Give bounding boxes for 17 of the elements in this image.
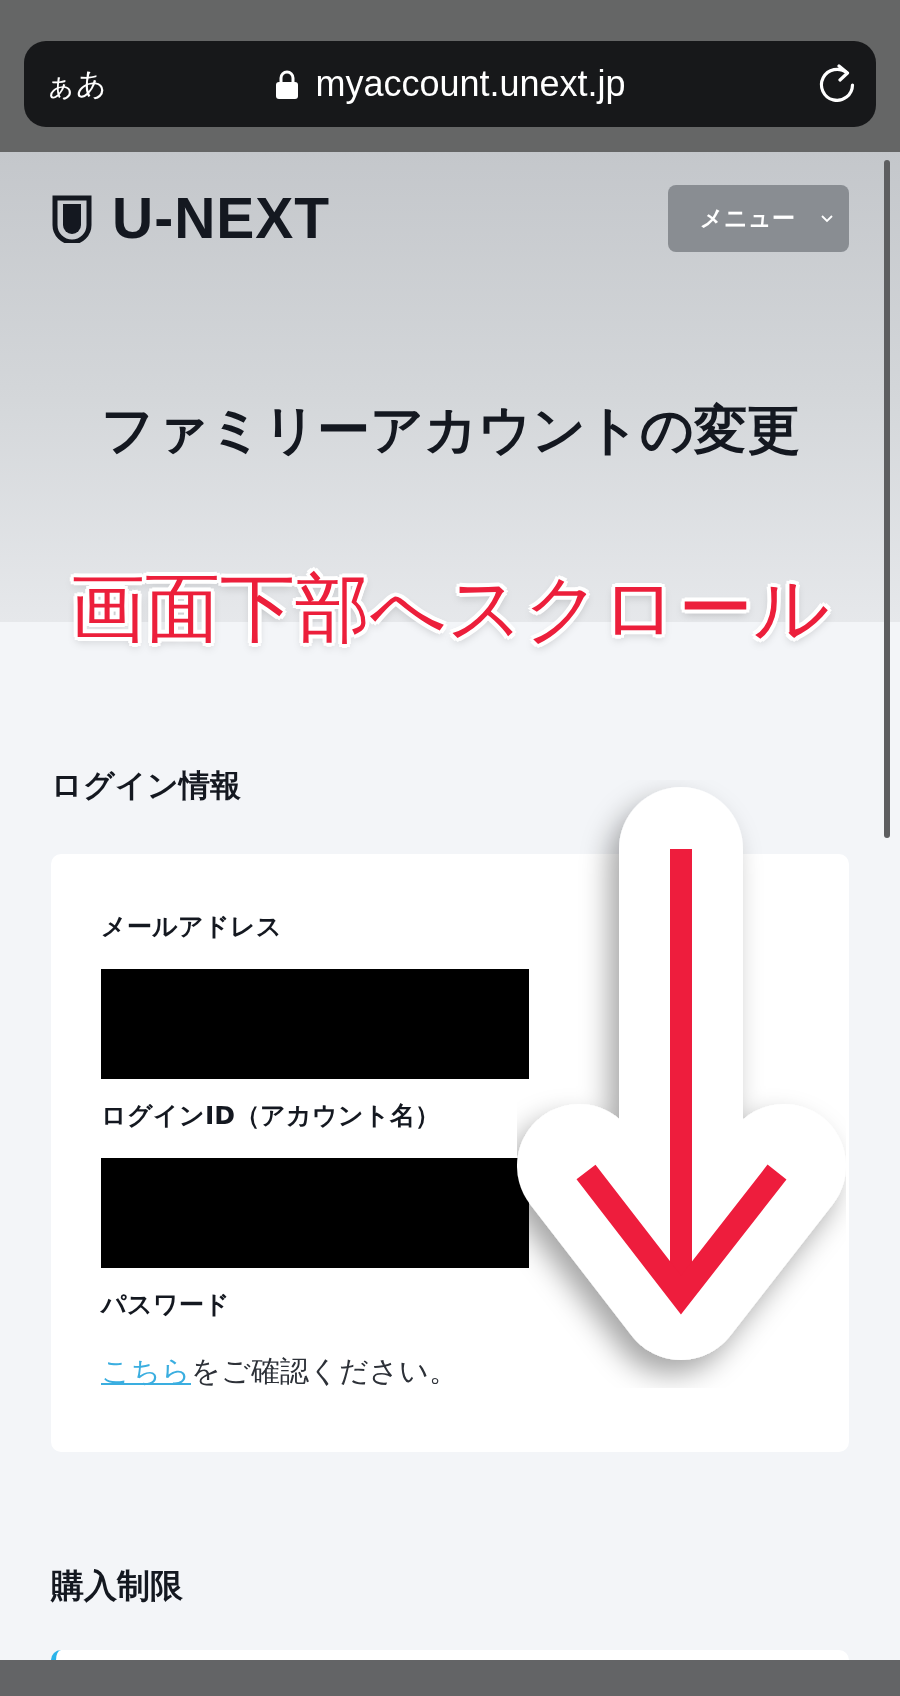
- shield-logo-icon: [52, 194, 92, 243]
- lock-icon: [276, 69, 299, 99]
- field-label: パスワード: [101, 1289, 231, 1322]
- section-heading: 購入制限: [51, 1566, 184, 1606]
- field-label: ログインID（アカウント名）: [101, 1100, 442, 1133]
- url-text: myaccount.unext.jp: [315, 63, 626, 105]
- scrollbar[interactable]: [884, 160, 890, 838]
- reload-icon[interactable]: [817, 64, 857, 104]
- password-note: こちら をご確認ください。: [101, 1353, 459, 1391]
- section-heading: ログイン情報: [51, 767, 242, 805]
- page-title: ファミリーアカウントの変更: [100, 398, 801, 462]
- text-size-button[interactable]: ぁあ: [45, 63, 107, 105]
- logo-text[interactable]: U-NEXT: [112, 190, 331, 247]
- address-bar[interactable]: ぁあ myaccount.unext.jp: [24, 41, 876, 127]
- chevron-down-icon: [821, 214, 833, 223]
- field-label: メールアドレス: [101, 911, 283, 944]
- annotation-text: 画面下部へスクロール: [69, 571, 831, 646]
